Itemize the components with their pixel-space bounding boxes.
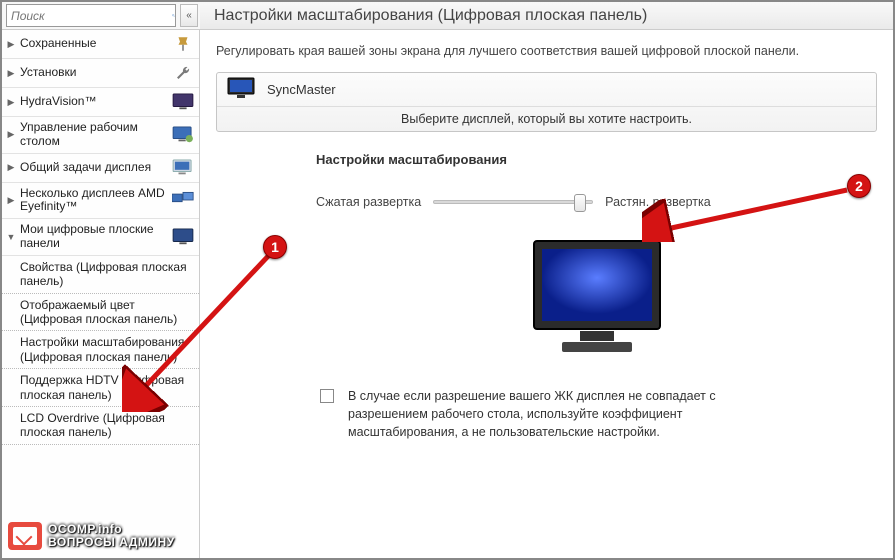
collapse-sidebar-button[interactable]: «: [180, 4, 198, 27]
sub-item-lcd[interactable]: LCD Overdrive (Цифровая плоская панель): [2, 407, 199, 445]
scaling-slider-row: Сжатая развертка Растян. развертка: [316, 195, 877, 209]
scaling-panel-title: Настройки масштабирования: [316, 152, 877, 167]
search-icon[interactable]: [172, 6, 175, 26]
sidebar-item-desktop-mgmt[interactable]: ▶ Управление рабочим столом: [2, 117, 199, 154]
annotation-badge-2: 2: [847, 174, 871, 198]
search-box[interactable]: [6, 4, 176, 27]
watermark-line2: ВОПРОСЫ АДМИНУ: [48, 536, 175, 549]
monitor-icon: [171, 158, 195, 178]
chevron-right-icon: ▶: [6, 195, 16, 206]
sub-item-color[interactable]: Отображаемый цвет (Цифровая плоская пане…: [2, 294, 199, 332]
sidebar-item-hydravision[interactable]: ▶ HydraVision™: [2, 88, 199, 117]
sub-item-properties[interactable]: Свойства (Цифровая плоская панель): [2, 256, 199, 294]
search-input[interactable]: [7, 7, 172, 25]
display-selector: SyncMaster Выберите дисплей, который вы …: [216, 72, 877, 132]
sidebar-item-label: Мои цифровые плоские панели: [20, 223, 167, 251]
flat-panel-icon: [171, 227, 195, 247]
sidebar-item-label: Управление рабочим столом: [20, 121, 167, 149]
chevron-right-icon: ▶: [6, 39, 16, 50]
wrench-icon: [171, 63, 195, 83]
sidebar-item-eyefinity[interactable]: ▶ Несколько дисплеев AMD Eyefinity™: [2, 183, 199, 220]
sidebar-item-presets[interactable]: ▶ Установки: [2, 59, 199, 88]
sidebar-item-digital-panels[interactable]: ▼ Мои цифровые плоские панели: [2, 219, 199, 256]
chevron-right-icon: ▶: [6, 129, 16, 140]
description-text: Регулировать края вашей зоны экрана для …: [216, 44, 877, 58]
slider-label-overscan: Растян. развертка: [605, 195, 711, 209]
pin-icon: [171, 34, 195, 54]
sub-item-scaling[interactable]: Настройки масштабирования (Цифровая плос…: [2, 331, 199, 369]
desktop-icon: [171, 125, 195, 145]
sidebar-item-label: Общий задачи дисплея: [20, 161, 167, 175]
sidebar-item-common-tasks[interactable]: ▶ Общий задачи дисплея: [2, 154, 199, 183]
page-title: Настройки масштабирования (Цифровая плос…: [200, 2, 893, 29]
monitor-thumb-icon: [227, 77, 257, 102]
display-purple-icon: [171, 92, 195, 112]
scaling-slider[interactable]: [433, 200, 593, 204]
watermark-icon: [8, 522, 42, 550]
sidebar-item-label: Сохраненные: [20, 37, 167, 51]
sidebar-item-saved[interactable]: ▶ Сохраненные: [2, 30, 199, 59]
display-name-label: SyncMaster: [267, 82, 336, 97]
display-entry[interactable]: SyncMaster: [217, 73, 876, 107]
sidebar: ▶ Сохраненные ▶ Установки ▶ HydraVision™…: [2, 30, 200, 558]
chevron-right-icon: ▶: [6, 97, 16, 108]
chevron-right-icon: ▶: [6, 162, 16, 173]
sidebar-item-label: HydraVision™: [20, 95, 167, 109]
display-hint-text: Выберите дисплей, который вы хотите наст…: [217, 107, 876, 131]
watermark: OCOMP.info ВОПРОСЫ АДМИНУ: [8, 522, 175, 550]
monitor-illustration: [517, 235, 677, 365]
sidebar-item-label: Несколько дисплеев AMD Eyefinity™: [20, 187, 167, 215]
slider-label-underscan: Сжатая развертка: [316, 195, 421, 209]
annotation-badge-1: 1: [263, 235, 287, 259]
multi-display-icon: [171, 190, 195, 210]
scaling-note-text: В случае если разрешение вашего ЖК диспл…: [348, 387, 750, 441]
sidebar-item-label: Установки: [20, 66, 167, 80]
main-panel: Регулировать края вашей зоны экрана для …: [200, 30, 893, 558]
sub-item-hdtv[interactable]: Поддержка HDTV (Цифровая плоская панель): [2, 369, 199, 407]
use-scaling-checkbox[interactable]: [320, 389, 334, 403]
chevron-right-icon: ▶: [6, 68, 16, 79]
chevron-down-icon: ▼: [6, 232, 16, 242]
slider-thumb[interactable]: [574, 194, 586, 212]
